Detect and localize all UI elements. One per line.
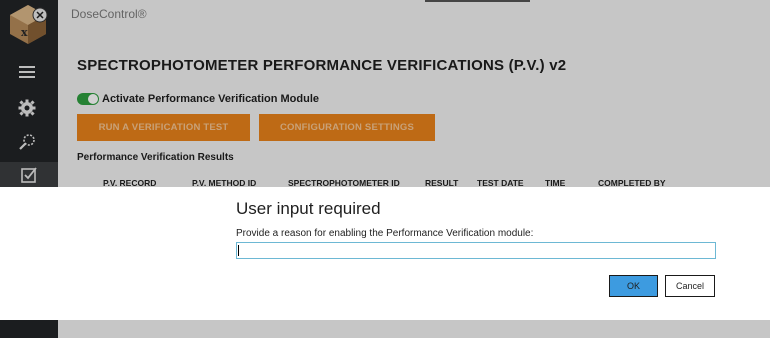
ok-button[interactable]: OK bbox=[609, 275, 658, 297]
dialog-title: User input required bbox=[236, 199, 381, 218]
cancel-button[interactable]: Cancel bbox=[665, 275, 715, 297]
dialog-prompt: Provide a reason for enabling the Perfor… bbox=[236, 228, 534, 239]
user-input-dialog: User input required Provide a reason for… bbox=[0, 187, 770, 320]
reason-input[interactable] bbox=[236, 242, 716, 259]
text-caret bbox=[238, 245, 239, 256]
